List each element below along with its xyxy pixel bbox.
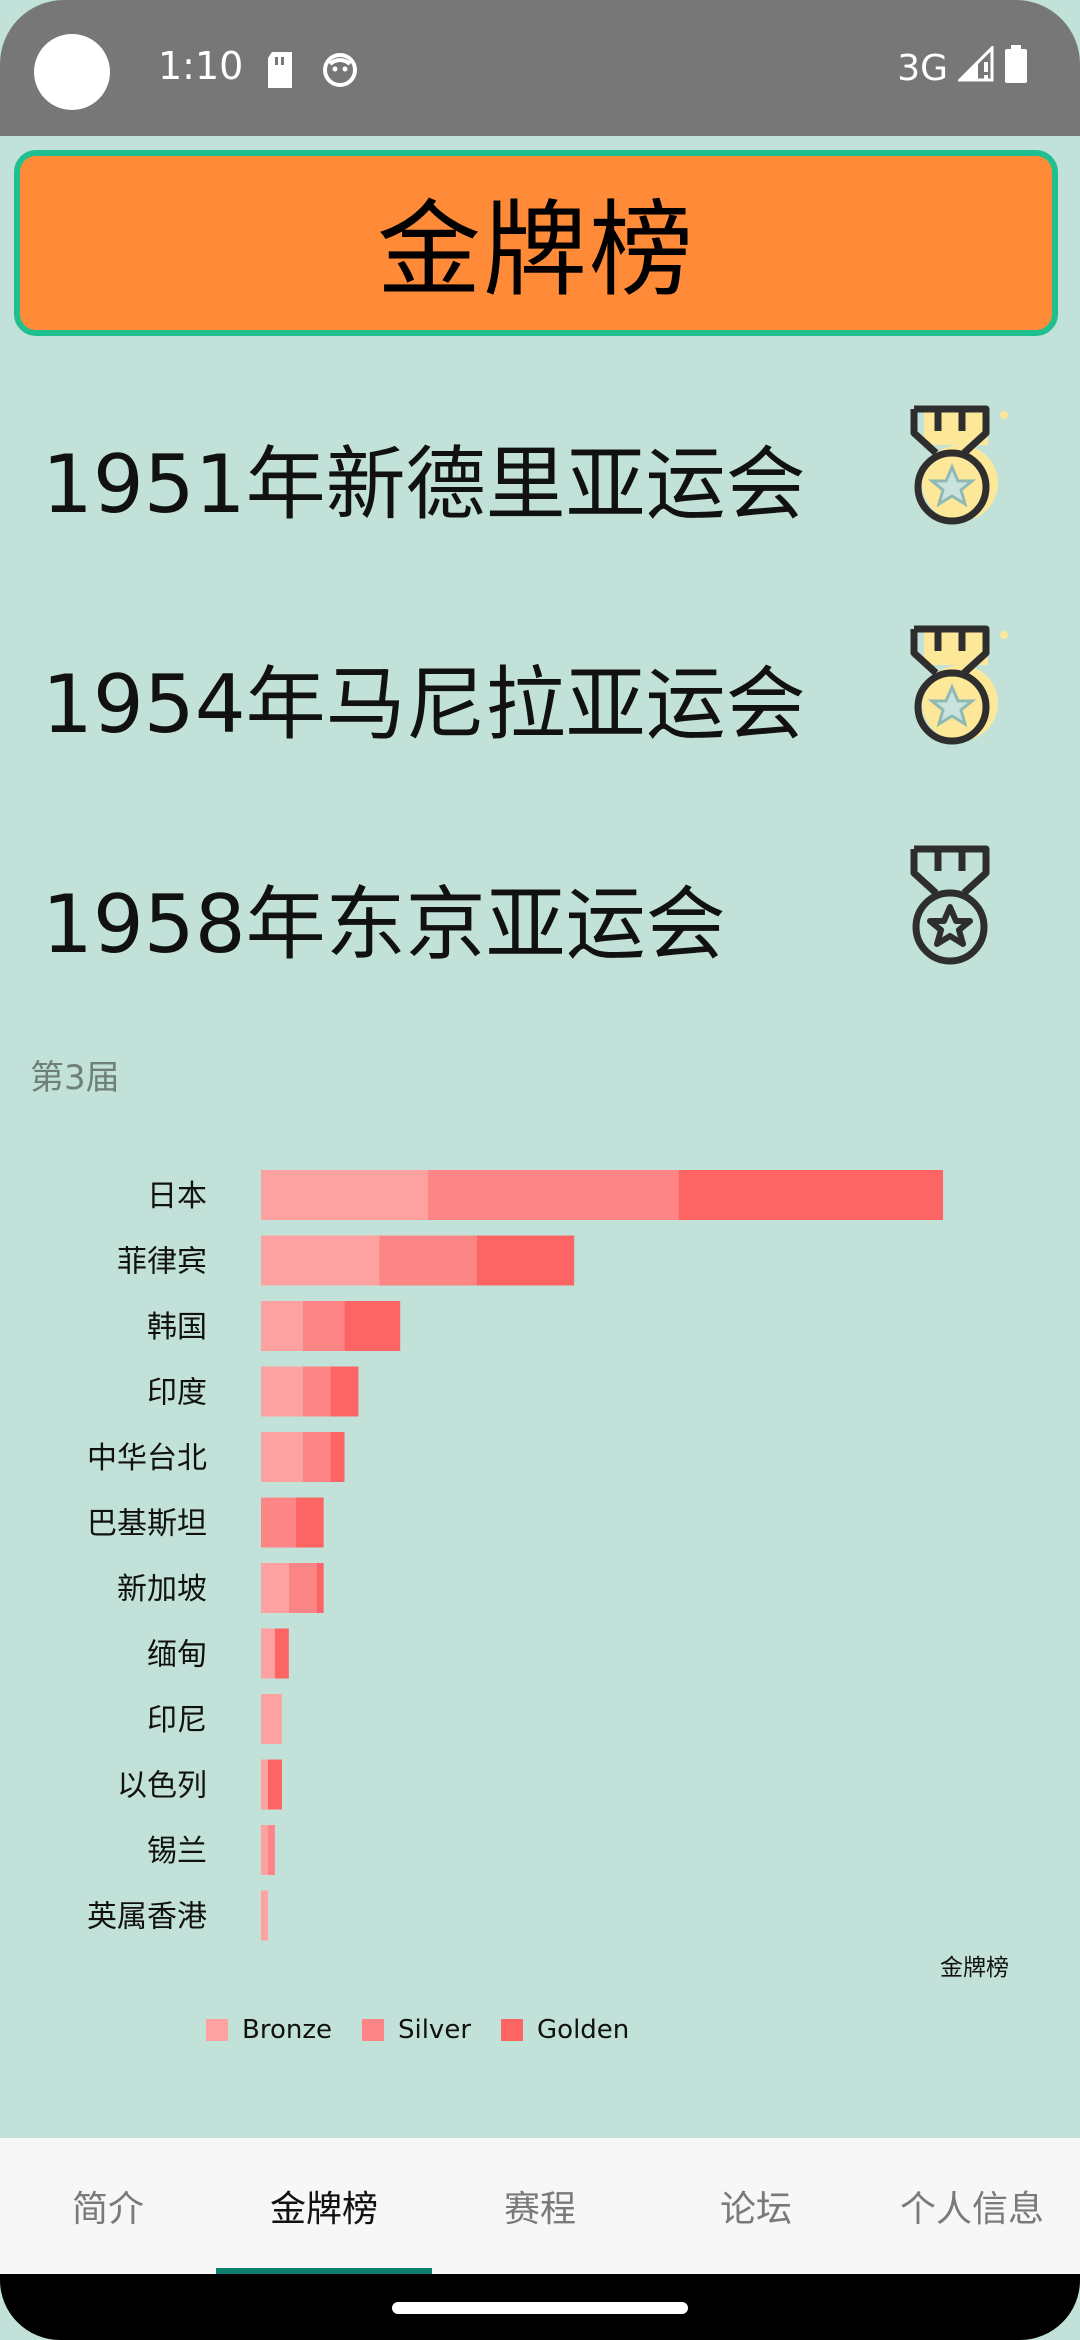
category-label: 韩国 [147, 1310, 207, 1345]
legend-item: Golden [501, 2015, 629, 2045]
bar-segment-golden [344, 1301, 401, 1351]
bar-segment-silver [428, 1170, 679, 1220]
medal-filled-icon [910, 405, 1008, 525]
bar-segment-bronze [261, 1563, 289, 1613]
medal-filled-icon [910, 625, 1008, 745]
bar-segment-bronze [261, 1366, 303, 1417]
legend-label: Golden [537, 2015, 630, 2045]
battery-icon [1004, 44, 1028, 92]
list-item-label: 1958年东京亚运会 [42, 878, 726, 971]
face-icon [322, 52, 358, 92]
tab-profile[interactable]: 个人信息 [864, 2138, 1080, 2274]
bar-segment-golden [316, 1563, 324, 1613]
bar-segment-silver [302, 1301, 345, 1351]
category-label: 缅甸 [147, 1638, 207, 1673]
legend-swatch [501, 2019, 524, 2041]
list-item-label: 1954年马尼拉亚运会 [42, 658, 806, 751]
medal-outline-icon [910, 845, 990, 965]
legend-label: Bronze [242, 2015, 332, 2045]
camera-cutout [34, 34, 110, 110]
bar-segment-bronze [261, 1825, 268, 1875]
bar-segment-silver [288, 1563, 317, 1613]
list-item[interactable]: 1958年东京亚运会 [0, 820, 1080, 980]
bar-segment-bronze [261, 1432, 303, 1482]
bar-segment-golden [274, 1628, 289, 1679]
bar-segment-bronze [261, 1890, 268, 1941]
home-gesture-handle[interactable] [392, 2302, 688, 2314]
legend-label: Silver [397, 2015, 472, 2045]
bar-segment-bronze [261, 1170, 429, 1220]
tab-label: 个人信息 [899, 2189, 1044, 2230]
signal-icon [956, 43, 994, 91]
bar-segment-bronze [261, 1694, 282, 1744]
tab-label: 金牌榜 [269, 2189, 378, 2230]
legend-item: Silver [361, 2015, 472, 2045]
chart-legend: Bronze Silver Golden [206, 2015, 629, 2045]
bottom-nav: 简介 金牌榜 赛程 论坛 个人信息 [0, 2138, 1080, 2274]
category-label: 以色列 [117, 1769, 207, 1804]
legend-swatch [361, 2019, 384, 2041]
bar-segment-golden [330, 1366, 359, 1417]
category-label: 印度 [147, 1376, 207, 1411]
category-label: 中华台北 [87, 1441, 207, 1476]
bar-segment-golden [476, 1235, 575, 1286]
chart-note: 金牌榜 [940, 1955, 1009, 1981]
bar-segment-silver [267, 1825, 275, 1875]
bar-segment-bronze [261, 1628, 275, 1679]
category-label: 英属香港 [87, 1900, 207, 1935]
page-title: 金牌榜 [376, 188, 695, 311]
category-label: 巴基斯坦 [87, 1507, 207, 1542]
bar-segment-bronze [261, 1235, 380, 1286]
bar-segment-golden [330, 1432, 345, 1482]
category-label: 锡兰 [147, 1834, 207, 1869]
chart-title: 第3届 [30, 1058, 120, 1098]
bar-segment-silver [302, 1432, 331, 1482]
bar-segment-silver [302, 1366, 331, 1417]
page-header: 金牌榜 [14, 150, 1058, 336]
tab-medal-table[interactable]: 金牌榜 [216, 2138, 432, 2274]
bar-segment-bronze [261, 1759, 268, 1810]
sd-card-icon [266, 52, 294, 92]
bar-segment-silver [261, 1497, 296, 1548]
status-right: 3G [897, 43, 1028, 92]
status-time: 1:10 [158, 44, 244, 88]
medal-chart: 日本菲律宾韩国印度中华台北巴基斯坦新加坡缅甸印尼以色列锡兰英属香港 [87, 1170, 944, 1941]
network-type: 3G [897, 47, 948, 89]
category-label: 菲律宾 [117, 1245, 207, 1280]
bar-segment-golden [295, 1497, 324, 1548]
tab-forum[interactable]: 论坛 [648, 2138, 864, 2274]
category-label: 新加坡 [117, 1572, 207, 1607]
category-label: 印尼 [147, 1703, 207, 1738]
bar-segment-bronze [261, 1301, 303, 1351]
category-label: 日本 [147, 1179, 207, 1214]
list-item[interactable]: 1951年新德里亚运会 [0, 380, 1080, 540]
list-item[interactable]: 1954年马尼拉亚运会 [0, 600, 1080, 760]
tab-label: 论坛 [719, 2189, 792, 2230]
list-item-label: 1951年新德里亚运会 [42, 438, 806, 531]
tab-label: 简介 [71, 2189, 144, 2230]
legend-item: Bronze [206, 2015, 332, 2045]
bar-segment-golden [678, 1170, 944, 1220]
bar-segment-golden [267, 1759, 282, 1810]
tab-schedule[interactable]: 赛程 [432, 2138, 648, 2274]
legend-swatch [206, 2019, 228, 2041]
tab-intro[interactable]: 简介 [0, 2138, 216, 2274]
bar-segment-silver [379, 1235, 477, 1286]
tab-label: 赛程 [503, 2189, 576, 2230]
status-bar: 1:10 3G [0, 0, 1080, 136]
